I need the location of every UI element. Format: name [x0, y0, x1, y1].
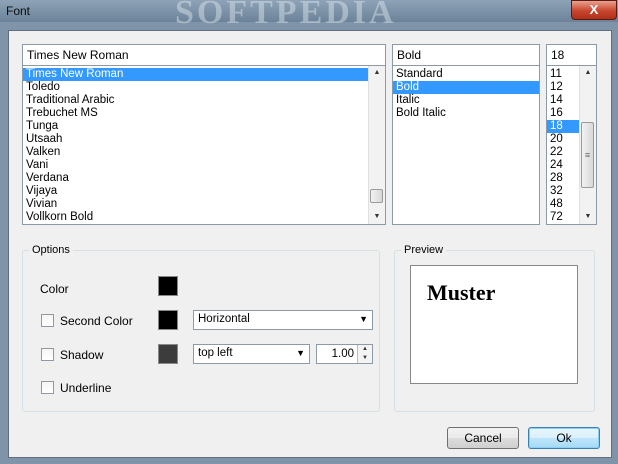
underline-label: Underline [60, 381, 112, 395]
ok-button[interactable]: Ok [528, 427, 600, 449]
preview-panel: Muster [410, 265, 578, 384]
scroll-up-icon[interactable]: ▲ [580, 66, 596, 80]
font-list-item[interactable]: Verdana [23, 172, 385, 185]
gradient-direction-value: Horizontal [198, 313, 250, 325]
font-dialog-window: SOFTPEDIA Font X Times New Roman Times N… [0, 0, 618, 464]
font-name-list[interactable]: Times New Roman Toledo Traditional Arabic T… [22, 65, 386, 225]
shadow-size-spinner[interactable]: 1.00 ▲ ▼ [316, 344, 373, 364]
font-list-item[interactable]: Trebuchet MS [23, 107, 385, 120]
preview-group-label: Preview [401, 244, 447, 256]
size-list-scroll-thumb[interactable]: ≡ [581, 122, 594, 188]
font-list-item[interactable]: Vijaya [23, 185, 385, 198]
scroll-down-icon[interactable]: ▼ [580, 210, 596, 224]
chevron-down-icon: ▼ [296, 348, 305, 358]
options-group: Options Color Second Color Horizontal ▼ … [22, 244, 380, 412]
font-list-item[interactable]: Valken [23, 146, 385, 159]
font-list-scrollbar[interactable]: ▲ ▼ [368, 66, 385, 224]
font-size-input[interactable]: 18 [546, 44, 597, 66]
second-color-checkbox[interactable] [41, 314, 54, 327]
chevron-down-icon: ▼ [359, 314, 368, 324]
font-name-input[interactable]: Times New Roman [22, 44, 386, 66]
shadow-label: Shadow [60, 348, 104, 362]
font-size-list[interactable]: 11 12 14 16 18 20 22 24 28 32 48 72 ▲ ≡ ▼ [546, 65, 597, 225]
font-list-item[interactable]: Vivian [23, 198, 385, 211]
options-group-label: Options [29, 244, 73, 256]
font-style-list[interactable]: Standard Bold Italic Bold Italic [392, 65, 540, 225]
style-list-item[interactable]: Bold Italic [393, 107, 539, 120]
underline-checkbox[interactable] [41, 381, 54, 394]
shadow-color-swatch[interactable] [158, 344, 178, 364]
preview-group: Preview Muster [394, 244, 595, 412]
second-color-swatch[interactable] [158, 310, 178, 330]
cancel-button[interactable]: Cancel [447, 427, 519, 449]
font-list-item[interactable]: Traditional Arabic [23, 94, 385, 107]
style-list-item[interactable]: Standard [393, 68, 539, 81]
spinner-buttons[interactable]: ▲ ▼ [357, 345, 372, 363]
gradient-direction-select[interactable]: Horizontal ▼ [193, 310, 373, 330]
shadow-checkbox[interactable] [41, 348, 54, 361]
scroll-up-icon[interactable]: ▲ [369, 66, 385, 80]
dialog-client-area: Times New Roman Times New Roman Toledo Tra… [8, 30, 612, 458]
font-list-item[interactable]: Times New Roman [23, 68, 385, 81]
shadow-size-value: 1.00 [331, 348, 354, 360]
font-style-input[interactable]: Bold [392, 44, 540, 66]
softpedia-watermark: SOFTPEDIA [175, 0, 397, 31]
font-list-item[interactable]: Toledo [23, 81, 385, 94]
font-list-item[interactable]: Tunga [23, 120, 385, 133]
scroll-down-icon[interactable]: ▼ [369, 210, 385, 224]
font-list-scroll-thumb[interactable] [370, 189, 383, 203]
font-list-item[interactable]: Utsaah [23, 133, 385, 146]
preview-sample-text: Muster [427, 280, 496, 305]
color-swatch[interactable] [158, 276, 178, 296]
window-title: Font [6, 4, 31, 18]
second-color-label: Second Color [60, 314, 133, 328]
style-list-item[interactable]: Bold [393, 81, 539, 94]
font-list-item[interactable]: Vollkorn Bold [23, 211, 385, 224]
style-list-item[interactable]: Italic [393, 94, 539, 107]
shadow-position-value: top left [198, 347, 233, 359]
title-bar[interactable]: SOFTPEDIA Font X [0, 0, 618, 31]
color-label: Color [40, 282, 69, 296]
shadow-position-select[interactable]: top left ▼ [193, 344, 310, 364]
size-list-scrollbar[interactable]: ▲ ≡ ▼ [579, 66, 596, 224]
grip-icon: ≡ [584, 150, 591, 160]
font-list-item[interactable]: Vani [23, 159, 385, 172]
close-button[interactable]: X [571, 0, 617, 20]
